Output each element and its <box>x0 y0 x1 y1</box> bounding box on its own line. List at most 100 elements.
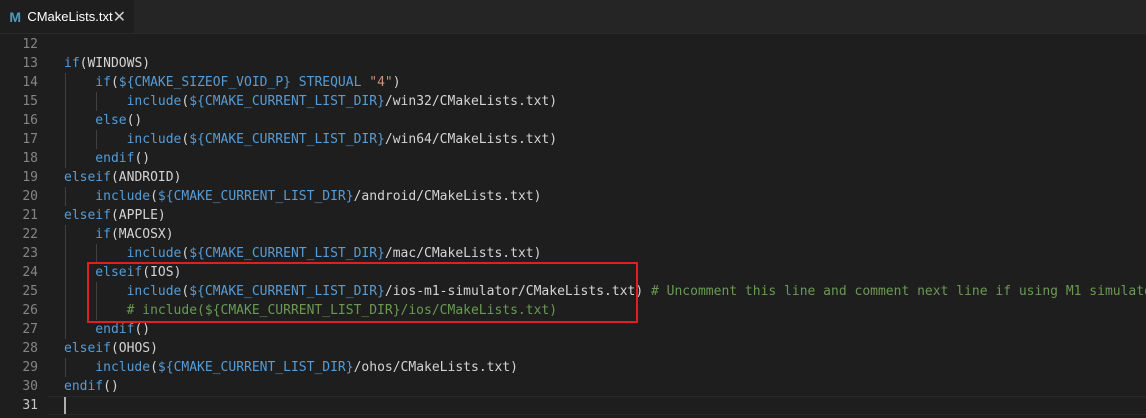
code-token: ( <box>110 75 119 90</box>
line-number: 16 <box>22 113 38 128</box>
code-line[interactable]: if(${CMAKE_SIZEOF_VOID_P} STREQUAL "4") <box>64 73 1146 92</box>
code-token: endif <box>95 322 135 337</box>
code-token: include <box>126 246 182 261</box>
highlight-box <box>87 262 638 323</box>
indent-guide <box>65 111 66 130</box>
code-line[interactable] <box>64 35 1146 54</box>
code-token: /win32/CMakeLists.txt) <box>384 94 558 109</box>
indent-guide <box>65 320 66 339</box>
line-number: 28 <box>22 341 38 356</box>
line-number: 26 <box>22 303 38 318</box>
line-number: 20 <box>22 189 38 204</box>
line-number: 30 <box>22 379 38 394</box>
indent-guide <box>65 92 66 111</box>
line-number: 31 <box>22 398 38 413</box>
indent-guide <box>65 149 66 168</box>
code-token: () <box>134 151 151 166</box>
indent-guide <box>65 225 66 244</box>
code-token: ${CMAKE_CURRENT_LIST_DIR} <box>157 360 354 375</box>
tab-label: CMakeLists.txt <box>27 9 113 24</box>
indent-guide <box>96 130 98 149</box>
code-token: endif <box>64 379 104 394</box>
indent-guide <box>96 244 98 263</box>
indent-guide <box>65 130 66 149</box>
code-token: /win64/CMakeLists.txt) <box>384 132 558 147</box>
indent-guide <box>65 263 66 282</box>
code-line[interactable]: elseif(ANDROID) <box>64 168 1146 187</box>
code-token: include <box>126 132 182 147</box>
close-icon[interactable]: ✕ <box>113 7 126 27</box>
line-number: 21 <box>22 208 38 223</box>
line-number: 17 <box>22 132 38 147</box>
indent-guide <box>65 358 66 377</box>
code-token: () <box>103 379 119 394</box>
code-token: if <box>95 75 111 90</box>
line-number-gutter: 12 13 14 15 16 17 18 19 20 21 22 23 24 25 26 27 28 29 30 31 <box>0 35 48 415</box>
code-line[interactable]: endif() <box>64 377 1146 396</box>
line-number: 12 <box>22 37 38 52</box>
line-number: 29 <box>22 360 38 375</box>
line-number: 15 <box>22 94 38 109</box>
cmake-file-icon: M <box>9 8 21 25</box>
code-token: include <box>95 360 151 375</box>
code-area[interactable]: if(WINDOWS) if(${CMAKE_SIZEOF_VOID_P} STR… <box>64 35 1146 415</box>
code-token: else <box>95 113 127 128</box>
code-token: () <box>134 322 151 337</box>
line-number: 22 <box>22 227 38 242</box>
code-line[interactable]: if(WINDOWS) <box>64 54 1146 73</box>
tab-bar: M CMakeLists.txt ✕ <box>0 0 1146 34</box>
code-line[interactable]: include(${CMAKE_CURRENT_LIST_DIR}/androi… <box>64 187 1146 206</box>
code-token: ${CMAKE_CURRENT_LIST_DIR} <box>189 246 385 261</box>
code-token: /ohos/CMakeLists.txt) <box>353 360 518 375</box>
code-editor[interactable]: 12 13 14 15 16 17 18 19 20 21 22 23 24 25 26 27 28 29 30 31… <box>0 34 1146 418</box>
code-line[interactable]: include(${CMAKE_CURRENT_LIST_DIR}/win32/… <box>64 92 1146 111</box>
indent-guide <box>65 301 66 320</box>
code-token: # Uncomment this line and comment next l… <box>651 284 1146 299</box>
line-number: 23 <box>22 246 38 261</box>
code-token: ( <box>150 189 158 204</box>
text-cursor <box>64 397 66 414</box>
code-line[interactable] <box>64 396 1146 415</box>
code-line[interactable]: else() <box>64 111 1146 130</box>
code-token: STREQUAL <box>298 75 362 90</box>
code-token: (WINDOWS) <box>79 56 151 71</box>
indent-guide <box>65 244 66 263</box>
code-token: ${CMAKE_SIZEOF_VOID_P} <box>118 75 291 90</box>
code-token: include <box>126 94 182 109</box>
code-line[interactable]: endif() <box>64 149 1146 168</box>
code-token: elseif <box>64 170 111 185</box>
line-number: 14 <box>22 75 38 90</box>
code-token: include <box>95 189 151 204</box>
code-token: ${CMAKE_CURRENT_LIST_DIR} <box>189 132 385 147</box>
code-token: ${CMAKE_CURRENT_LIST_DIR} <box>157 189 354 204</box>
line-number: 19 <box>22 170 38 185</box>
code-token: if <box>95 227 111 242</box>
indent-guide <box>96 92 98 111</box>
code-token: "4" <box>369 75 393 90</box>
line-number: 27 <box>22 322 38 337</box>
code-line[interactable]: if(MACOSX) <box>64 225 1146 244</box>
code-line[interactable]: elseif(OHOS) <box>64 339 1146 358</box>
code-token: ( <box>150 360 158 375</box>
code-line[interactable]: elseif(APPLE) <box>64 206 1146 225</box>
code-line[interactable]: include(${CMAKE_CURRENT_LIST_DIR}/win64/… <box>64 130 1146 149</box>
code-token: elseif <box>64 208 111 223</box>
code-line[interactable]: include(${CMAKE_CURRENT_LIST_DIR}/mac/CM… <box>64 244 1146 263</box>
line-number: 13 <box>22 56 38 71</box>
line-number: 24 <box>22 265 38 280</box>
code-token: if <box>64 56 80 71</box>
line-number: 18 <box>22 151 38 166</box>
tab-cmakelists[interactable]: M CMakeLists.txt ✕ <box>0 0 135 33</box>
code-line[interactable]: include(${CMAKE_CURRENT_LIST_DIR}/ohos/C… <box>64 358 1146 377</box>
code-token: ) <box>392 75 401 90</box>
indent-guide <box>65 187 66 206</box>
line-number: 25 <box>22 284 38 299</box>
code-token: /mac/CMakeLists.txt) <box>384 246 542 261</box>
code-token: (APPLE) <box>110 208 166 223</box>
code-token: endif <box>95 151 135 166</box>
code-token: elseif <box>64 341 111 356</box>
indent-guide <box>65 282 66 301</box>
indent-guide <box>65 73 66 92</box>
code-token: () <box>126 113 143 128</box>
